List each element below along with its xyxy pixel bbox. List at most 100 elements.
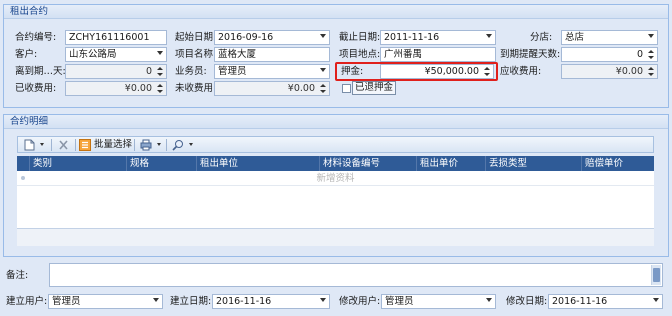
toolbar-divider bbox=[75, 139, 76, 151]
remarks-scroll-thumb[interactable] bbox=[653, 268, 660, 282]
deposit-refunded-checkbox[interactable] bbox=[342, 84, 351, 93]
new-row-indicator-icon bbox=[21, 176, 25, 180]
deposit-label: 押金: bbox=[341, 66, 364, 77]
days-left-spinner-icon bbox=[157, 66, 164, 77]
received-label: 已收费用: bbox=[15, 83, 57, 94]
modified-by-value: 管理员 bbox=[385, 296, 414, 307]
deposit-field[interactable]: ¥50,000.00 bbox=[380, 64, 494, 79]
customer-label: 客户: bbox=[15, 49, 38, 60]
modified-date-field[interactable]: 2016-11-16 bbox=[548, 294, 663, 309]
print-dropdown-icon bbox=[157, 143, 162, 146]
new-row-placeholder: 新增资料 bbox=[316, 173, 355, 184]
column-header-material-no[interactable]: 材料设备编号 bbox=[320, 156, 417, 171]
store-select[interactable]: 总店 bbox=[561, 30, 658, 45]
customer-dropdown-icon[interactable] bbox=[157, 51, 163, 55]
created-by-value: 管理员 bbox=[52, 296, 81, 307]
contract-no-field[interactable]: ZCHY161116001 bbox=[65, 30, 167, 45]
remarks-textarea[interactable] bbox=[49, 263, 663, 287]
project-location-label: 项目地点: bbox=[339, 49, 381, 60]
details-group-title: 合约明细 bbox=[4, 115, 668, 129]
new-row[interactable]: 新增资料 bbox=[17, 171, 654, 186]
new-dropdown-icon bbox=[40, 143, 45, 146]
end-date-field[interactable]: 2011-11-16 bbox=[380, 30, 496, 45]
received-field: ¥0.00 bbox=[65, 81, 167, 96]
deposit-refunded-label[interactable]: 已退押金 bbox=[352, 81, 397, 95]
details-grid-footer bbox=[17, 228, 654, 246]
receivable-spinner-icon bbox=[648, 66, 655, 77]
created-by-select[interactable]: 管理员 bbox=[48, 294, 163, 309]
received-spinner-icon bbox=[157, 83, 164, 94]
column-header-rent-unit[interactable]: 租出单位 bbox=[197, 156, 320, 171]
store-value: 总店 bbox=[565, 32, 585, 43]
toolbar-divider bbox=[51, 139, 52, 151]
end-date-label: 截止日期: bbox=[339, 32, 381, 43]
days-left-value: 0 bbox=[145, 66, 152, 77]
search-dropdown-icon bbox=[189, 143, 194, 146]
store-label: 分店: bbox=[530, 32, 553, 43]
received-value: ¥0.00 bbox=[124, 83, 152, 94]
toolbar-divider bbox=[166, 139, 167, 151]
close-icon bbox=[59, 139, 68, 150]
new-button[interactable] bbox=[24, 138, 45, 152]
created-date-field[interactable]: 2016-11-16 bbox=[212, 294, 330, 309]
unreceived-spinner-icon bbox=[320, 83, 327, 94]
details-toolbar: 批量选择 bbox=[17, 136, 654, 153]
modified-by-dropdown-icon[interactable] bbox=[486, 298, 492, 302]
details-grid-body bbox=[17, 186, 654, 228]
customer-value: 山东公路局 bbox=[69, 49, 117, 60]
toolbar-divider bbox=[134, 139, 135, 151]
receivable-field: ¥0.00 bbox=[561, 64, 658, 79]
modified-date-label: 修改日期: bbox=[506, 296, 548, 307]
store-dropdown-icon[interactable] bbox=[648, 34, 654, 38]
delete-button[interactable] bbox=[58, 138, 69, 152]
column-header-loss-type[interactable]: 丢损类型 bbox=[486, 156, 582, 171]
unreceived-field: ¥0.00 bbox=[214, 81, 330, 96]
print-button[interactable] bbox=[140, 138, 162, 152]
salesman-value: 管理员 bbox=[218, 66, 247, 77]
column-header-rent-price[interactable]: 租出单价 bbox=[417, 156, 486, 171]
reminder-days-field[interactable]: 0 bbox=[561, 47, 658, 62]
search-icon bbox=[172, 139, 183, 151]
days-left-label: 离到期…天: bbox=[15, 66, 66, 77]
created-by-dropdown-icon[interactable] bbox=[153, 298, 159, 302]
created-date-label: 建立日期: bbox=[170, 296, 212, 307]
days-left-field: 0 bbox=[65, 64, 167, 79]
modified-date-value: 2016-11-16 bbox=[552, 296, 608, 307]
grid-corner bbox=[17, 156, 30, 171]
search-button[interactable] bbox=[172, 138, 194, 152]
batch-select-button[interactable]: 批量选择 bbox=[79, 138, 132, 152]
batch-select-label: 批量选择 bbox=[94, 139, 133, 150]
deposit-value: ¥50,000.00 bbox=[424, 66, 479, 77]
list-icon bbox=[79, 138, 91, 151]
salesman-select[interactable]: 管理员 bbox=[214, 64, 330, 79]
unreceived-value: ¥0.00 bbox=[287, 83, 315, 94]
deposit-spinner-icon[interactable] bbox=[484, 66, 491, 77]
column-header-category[interactable]: 类别 bbox=[30, 156, 127, 171]
receivable-label: 应收费用: bbox=[500, 66, 542, 77]
remarks-scrollbar[interactable] bbox=[651, 265, 661, 285]
start-date-field[interactable]: 2016-09-16 bbox=[214, 30, 330, 45]
reminder-days-label: 到期提醒天数: bbox=[500, 49, 561, 60]
salesman-dropdown-icon[interactable] bbox=[320, 68, 326, 72]
reminder-days-value: 0 bbox=[636, 49, 643, 60]
created-by-label: 建立用户: bbox=[6, 296, 48, 307]
end-date-value: 2011-11-16 bbox=[384, 32, 440, 43]
column-header-compensation-price[interactable]: 赔偿单价 bbox=[582, 156, 654, 171]
start-date-value: 2016-09-16 bbox=[218, 32, 274, 43]
remarks-label: 备注: bbox=[6, 270, 29, 281]
modified-by-label: 修改用户: bbox=[339, 296, 381, 307]
new-doc-icon bbox=[24, 139, 35, 150]
reminder-days-spinner-icon[interactable] bbox=[648, 49, 655, 60]
created-date-dropdown-icon[interactable] bbox=[320, 298, 326, 302]
modified-by-select[interactable]: 管理员 bbox=[381, 294, 496, 309]
project-name-field[interactable]: 蓝格大厦 bbox=[214, 47, 330, 62]
column-header-spec[interactable]: 规格 bbox=[127, 156, 197, 171]
contract-no-label: 合约编号: bbox=[15, 32, 57, 43]
details-grid-header: 类别 规格 租出单位 材料设备编号 租出单价 丢损类型 赔偿单价 bbox=[17, 156, 654, 171]
project-location-field[interactable]: 广州番禺 bbox=[380, 47, 496, 62]
modified-date-dropdown-icon[interactable] bbox=[653, 298, 659, 302]
start-date-dropdown-icon[interactable] bbox=[320, 34, 326, 38]
end-date-dropdown-icon[interactable] bbox=[486, 34, 492, 38]
unreceived-label: 未收费用: bbox=[175, 83, 217, 94]
customer-select[interactable]: 山东公路局 bbox=[65, 47, 167, 62]
